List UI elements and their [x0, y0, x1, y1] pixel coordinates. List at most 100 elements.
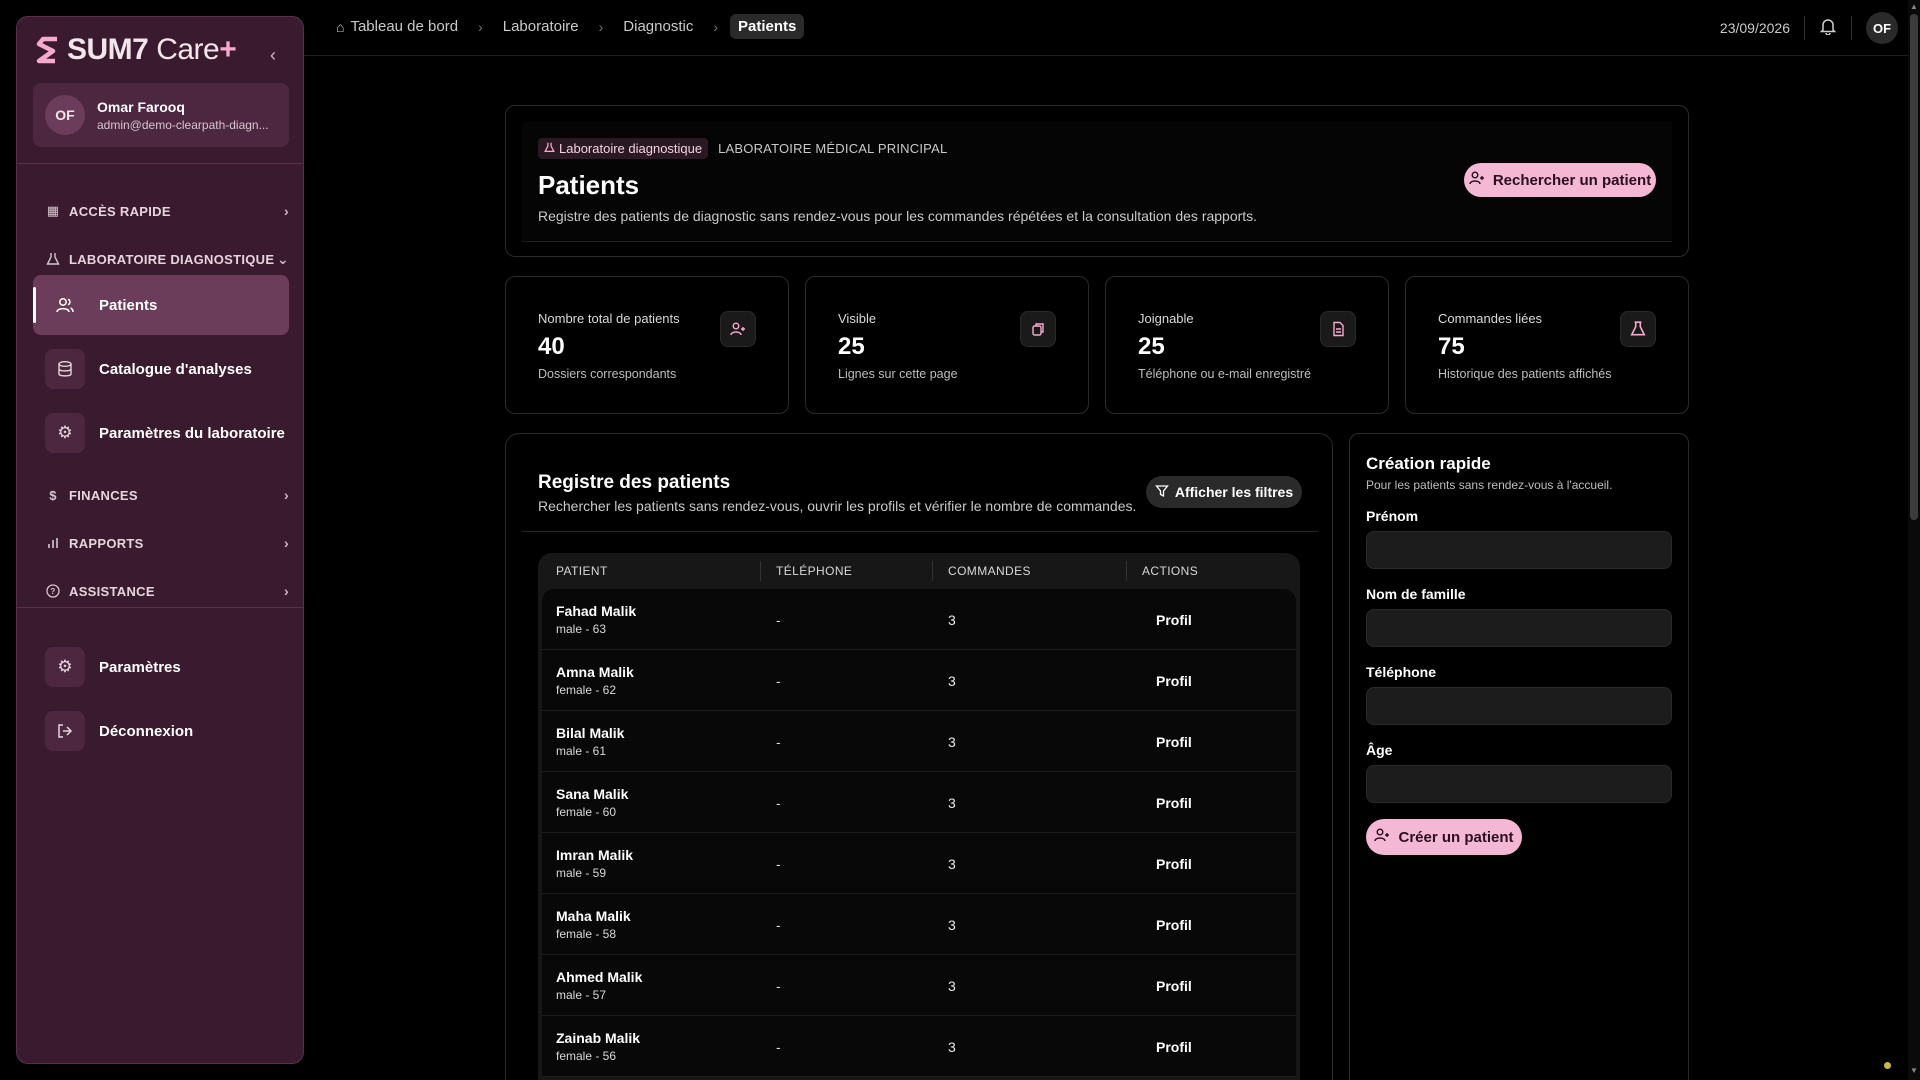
- table-row[interactable]: Zainab Malik female - 56 - 3 Profil: [542, 1016, 1296, 1077]
- chevron-right-icon: ›: [478, 18, 483, 35]
- column-orders[interactable]: COMMANDES: [948, 564, 1031, 578]
- profile-link[interactable]: Profil: [1156, 1039, 1192, 1055]
- first-name-field[interactable]: [1366, 531, 1672, 569]
- table-row[interactable]: Ahmed Malik male - 57 - 3 Profil: [542, 955, 1296, 1016]
- profile-link[interactable]: Profil: [1156, 917, 1192, 933]
- section-finances-label: FINANCES: [69, 487, 138, 503]
- show-filters-label: Afficher les filtres: [1174, 484, 1294, 500]
- section-support-label: ASSISTANCE: [69, 583, 155, 599]
- sidebar-item-catalogue-label: Catalogue d'analyses: [99, 360, 252, 378]
- create-patient-button-label: Créer un patient: [1398, 828, 1514, 846]
- sidebar-item-settings-label: Paramètres: [99, 658, 181, 676]
- active-indicator: [33, 287, 36, 323]
- breadcrumb-lab[interactable]: Laboratoire: [495, 14, 587, 39]
- stat-label: Visible: [838, 311, 877, 326]
- breadcrumb-dashboard[interactable]: ⌂ Tableau de bord: [328, 14, 466, 39]
- stat-value: 25: [838, 333, 865, 360]
- table-row[interactable]: Bilal Malik male - 61 - 3 Profil: [542, 711, 1296, 772]
- profile-link[interactable]: Profil: [1156, 856, 1192, 872]
- copy-icon: [1020, 311, 1056, 347]
- profile-link[interactable]: Profil: [1156, 734, 1192, 750]
- chevron-right-icon: ›: [284, 487, 289, 503]
- profile-link[interactable]: Profil: [1156, 795, 1192, 811]
- home-icon: ⌂: [336, 18, 345, 35]
- page-description: Registre des patients de diagnostic sans…: [538, 208, 1258, 224]
- first-name-label: Prénom: [1366, 508, 1419, 524]
- quick-create-panel: Création rapide Pour les patients sans r…: [1349, 433, 1689, 1080]
- last-name-field[interactable]: [1366, 609, 1672, 647]
- patient-name: Fahad Malik: [556, 603, 637, 619]
- profile-link[interactable]: Profil: [1156, 612, 1192, 628]
- brand-logo[interactable]: SUM7 Care+: [35, 33, 237, 67]
- breadcrumb-dashboard-label: Tableau de bord: [350, 18, 459, 35]
- table-row[interactable]: Sana Malik female - 60 - 3 Profil: [542, 772, 1296, 833]
- stat-value: 40: [538, 333, 565, 360]
- section-quick-access-label: ACCÈS RAPIDE: [69, 203, 171, 219]
- profile-link[interactable]: Profil: [1156, 978, 1192, 994]
- column-patient[interactable]: PATIENT: [556, 564, 608, 578]
- show-filters-button[interactable]: Afficher les filtres: [1146, 476, 1302, 508]
- header-tags: Laboratoire diagnostique LABORATOIRE MÉD…: [538, 138, 947, 159]
- collapse-sidebar-icon[interactable]: ‹: [263, 45, 283, 65]
- chevron-right-icon: ›: [284, 203, 289, 219]
- chevron-right-icon: ›: [284, 583, 289, 599]
- sidebar-item-catalogue[interactable]: Catalogue d'analyses: [33, 339, 289, 399]
- profile-link[interactable]: Profil: [1156, 673, 1192, 689]
- patient-meta: male - 57: [556, 988, 607, 1002]
- scroll-up-icon[interactable]: ▲: [1910, 2, 1918, 11]
- flask-icon: [45, 251, 61, 267]
- status-dot-icon: [1884, 1062, 1891, 1069]
- table-row[interactable]: Imran Malik male - 59 - 3 Profil: [542, 833, 1296, 894]
- scrollbar-thumb[interactable]: [1910, 14, 1918, 520]
- quick-create-description: Pour les patients sans rendez-vous à l'a…: [1366, 478, 1613, 492]
- create-patient-button[interactable]: Créer un patient: [1366, 819, 1522, 855]
- bell-icon[interactable]: [1819, 17, 1837, 40]
- patient-orders: 3: [948, 1039, 956, 1055]
- filter-icon: [1155, 484, 1169, 501]
- section-finances[interactable]: $ FINANCES ›: [45, 483, 289, 507]
- phone-field[interactable]: [1366, 687, 1672, 725]
- column-divider: [1126, 561, 1127, 581]
- divider: [1851, 16, 1852, 40]
- breadcrumb-diagnostic[interactable]: Diagnostic: [615, 14, 701, 39]
- table-row[interactable]: Fahad Malik male - 63 - 3 Profil: [542, 589, 1296, 650]
- section-support[interactable]: ? ASSISTANCE ›: [45, 579, 289, 603]
- table-row[interactable]: Amna Malik female - 62 - 3 Profil: [542, 650, 1296, 711]
- document-icon: [1320, 311, 1356, 347]
- user-card[interactable]: OF Omar Farooq admin@demo-clearpath-diag…: [33, 83, 289, 147]
- patient-meta: female - 58: [556, 927, 617, 941]
- avatar[interactable]: OF: [1866, 12, 1898, 44]
- topbar: ⌂ Tableau de bord › Laboratoire › Diagno…: [304, 0, 1908, 56]
- age-field[interactable]: [1366, 765, 1672, 803]
- sidebar-item-lab-settings[interactable]: ⚙ Paramètres du laboratoire: [33, 403, 289, 463]
- scroll-down-icon[interactable]: ▼: [1910, 1066, 1918, 1075]
- patients-table: PATIENT TÉLÉPHONE COMMANDES ACTIONS Faha…: [538, 553, 1300, 1080]
- patient-phone: -: [776, 856, 781, 872]
- user-plus-icon: [1374, 827, 1390, 847]
- sidebar-item-logout[interactable]: Déconnexion: [33, 701, 289, 761]
- sidebar-item-patients[interactable]: Patients: [33, 275, 289, 335]
- column-actions: ACTIONS: [1142, 564, 1199, 578]
- patient-orders: 3: [948, 734, 956, 750]
- section-reports[interactable]: RAPPORTS ›: [45, 531, 289, 555]
- search-patient-button-label: Rechercher un patient: [1492, 171, 1652, 189]
- sidebar-item-settings[interactable]: ⚙ Paramètres: [33, 637, 289, 697]
- users-icon: [45, 285, 85, 325]
- section-quick-access[interactable]: ▦ ACCÈS RAPIDE ›: [45, 199, 289, 223]
- phone-label: Téléphone: [1366, 664, 1437, 680]
- stat-card-total: Nombre total de patients 40 Dossiers cor…: [505, 276, 789, 414]
- user-plus-icon: [720, 311, 756, 347]
- stat-subtext: Dossiers correspondants: [538, 367, 677, 381]
- patient-phone: -: [776, 795, 781, 811]
- stat-subtext: Lignes sur cette page: [838, 367, 958, 381]
- dollar-icon: $: [49, 487, 57, 503]
- registry-description: Rechercher les patients sans rendez-vous…: [538, 498, 1137, 514]
- section-lab-label: LABORATOIRE DIAGNOSTIQUE: [69, 251, 275, 267]
- sum7-logo-icon: [35, 35, 61, 65]
- search-patient-button[interactable]: Rechercher un patient: [1464, 163, 1656, 197]
- stat-subtext: Historique des patients affichés: [1438, 367, 1612, 381]
- table-row[interactable]: Maha Malik female - 58 - 3 Profil: [542, 894, 1296, 955]
- table-body: Fahad Malik male - 63 - 3 Profil Amna Ma…: [542, 589, 1296, 1077]
- column-phone[interactable]: TÉLÉPHONE: [776, 564, 852, 578]
- section-lab[interactable]: LABORATOIRE DIAGNOSTIQUE ⌄: [45, 247, 289, 271]
